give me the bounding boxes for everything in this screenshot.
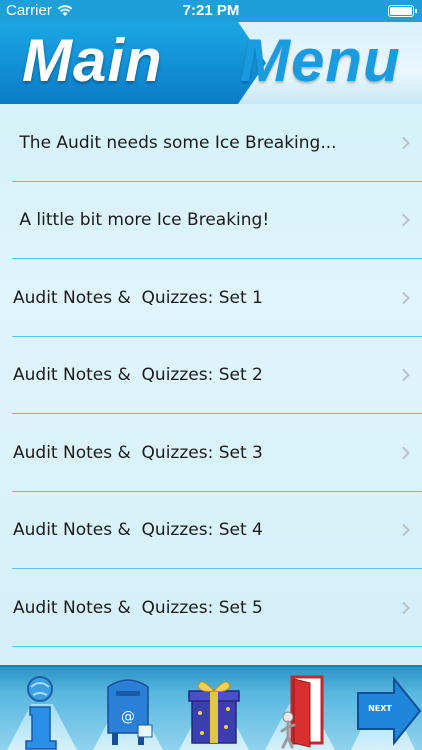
menu-item-label: Audit Notes & Quizzes: Set 1 (13, 287, 263, 308)
chevron-right-icon (397, 213, 410, 227)
header-title-main: Main (22, 27, 163, 94)
menu-item-ice-breaking[interactable]: The Audit needs some Ice Breaking... (0, 104, 422, 182)
mailbox-button[interactable]: @ (86, 667, 170, 750)
gift-button[interactable] (172, 667, 256, 750)
info-button[interactable] (0, 667, 84, 750)
menu-item-label: The Audit needs some Ice Breaking... (14, 132, 337, 153)
status-time: 7:21 PM (182, 2, 240, 19)
chevron-right-icon (397, 291, 410, 305)
menu-item-set-5[interactable]: Audit Notes & Quizzes: Set 5 (0, 569, 422, 647)
chevron-right-icon (397, 601, 410, 615)
chevron-right-icon (397, 446, 410, 460)
next-button[interactable]: NEXT (344, 667, 422, 750)
menu-item-set-3[interactable]: Audit Notes & Quizzes: Set 3 (0, 414, 422, 492)
svg-text:@: @ (121, 709, 135, 725)
bottom-toolbar: @ NEXT (0, 665, 422, 750)
next-label: NEXT (368, 704, 392, 713)
menu-item-label: Audit Notes & Quizzes: Set 4 (13, 520, 263, 541)
menu-item-label: Audit Notes & Quizzes: Set 3 (13, 442, 263, 463)
menu-list: The Audit needs some Ice Breaking... A l… (0, 104, 422, 647)
mailbox-icon: @ (107, 679, 153, 745)
header-title-menu: Menu (240, 27, 401, 94)
chevron-right-icon (397, 136, 410, 150)
chevron-right-icon (397, 523, 410, 537)
menu-item-set-4[interactable]: Audit Notes & Quizzes: Set 4 (0, 492, 422, 569)
menu-item-label: Audit Notes & Quizzes: Set 5 (13, 597, 263, 618)
info-icon (25, 676, 57, 750)
menu-item-label: Audit Notes & Quizzes: Set 2 (13, 365, 263, 386)
chevron-right-icon (397, 368, 410, 382)
menu-item-label: A little bit more Ice Breaking! (14, 210, 270, 231)
exit-button[interactable] (258, 667, 342, 750)
header-banner: Main Menu (0, 22, 422, 104)
menu-item-set-1[interactable]: Audit Notes & Quizzes: Set 1 (0, 259, 422, 337)
menu-item-set-2[interactable]: Audit Notes & Quizzes: Set 2 (0, 337, 422, 414)
menu-item-more-ice-breaking[interactable]: A little bit more Ice Breaking! (0, 182, 422, 259)
exit-door-icon (280, 675, 324, 749)
battery-icon (388, 5, 417, 17)
status-bar: Carrier 7:21 PM (0, 0, 422, 22)
gift-icon (188, 681, 240, 744)
divider (12, 645, 422, 647)
